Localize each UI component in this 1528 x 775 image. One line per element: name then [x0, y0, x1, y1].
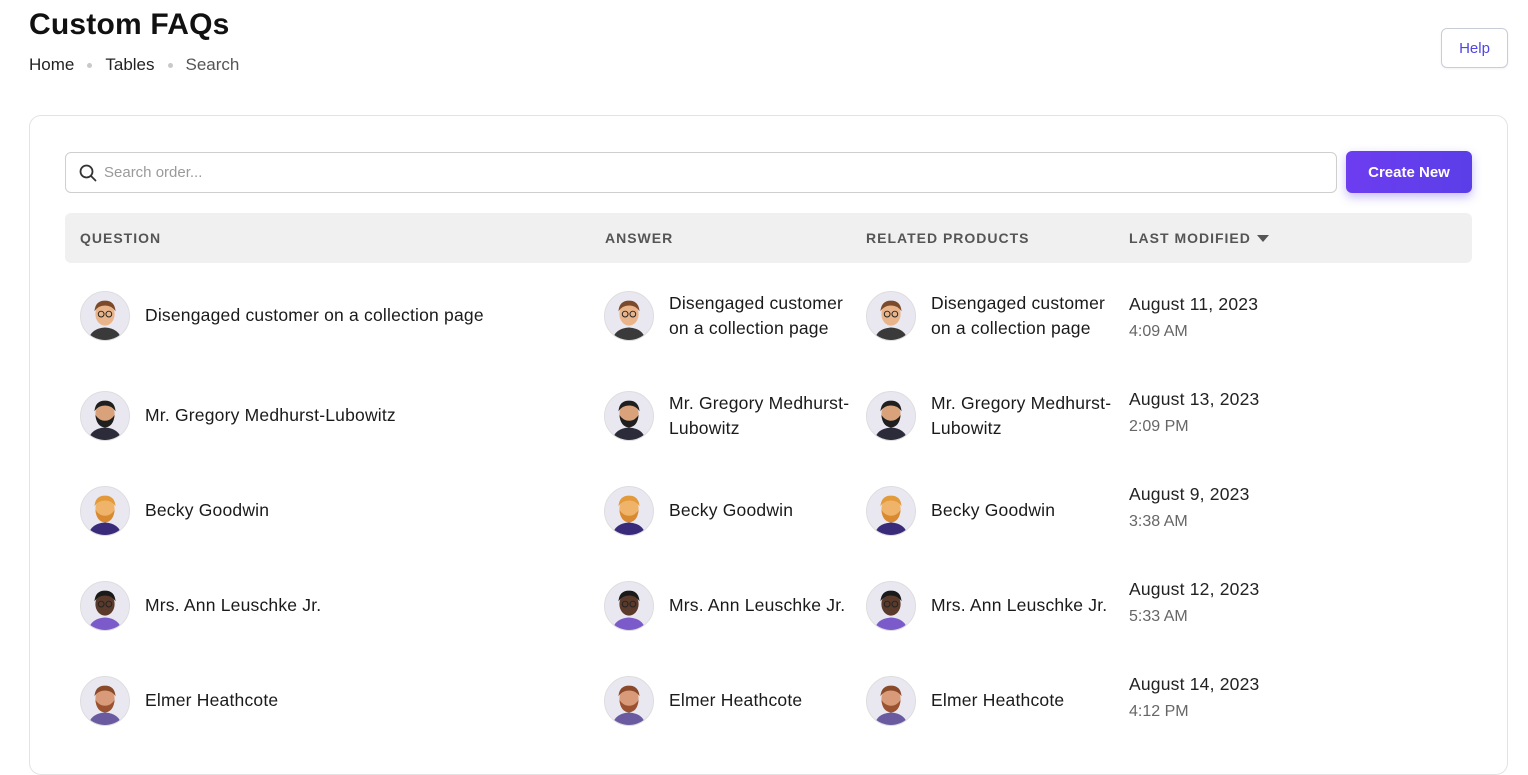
avatar — [80, 290, 130, 341]
modified-time: 4:12 PM — [1129, 703, 1189, 720]
related-products-cell: Mrs. Ann Leuschke Jr. — [866, 558, 1118, 653]
breadcrumb-search: Search — [185, 55, 240, 74]
table-header: QUESTION ANSWER RELATED PRODUCTS LAST MO… — [65, 213, 1472, 263]
last-modified-cell: August 11, 2023 4:09 AM — [1129, 294, 1258, 341]
create-new-button[interactable]: Create New — [1346, 151, 1472, 193]
related-products-cell-text: Mr. Gregory Medhurst-Lubowitz — [931, 392, 1112, 438]
breadcrumb-separator — [167, 62, 173, 68]
question-cell-text: Becky Goodwin — [145, 500, 270, 520]
table-row[interactable]: Becky Goodwin Becky Goodwin Becky Goodwin A… — [65, 463, 1472, 558]
faq-table: QUESTION ANSWER RELATED PRODUCTS LAST MO… — [65, 213, 1472, 726]
avatar — [80, 675, 130, 726]
modified-time: 5:33 AM — [1129, 608, 1188, 625]
answer-cell: Mrs. Ann Leuschke Jr. — [604, 558, 856, 653]
related-products-cell: Elmer Heathcote — [866, 653, 1118, 748]
modified-date: August 9, 2023 — [1129, 484, 1250, 504]
breadcrumb-home[interactable]: Home — [29, 55, 74, 75]
last-modified-cell: August 13, 2023 2:09 PM — [1129, 389, 1259, 436]
breadcrumb: Home Tables Search — [29, 55, 239, 75]
column-header-related-products[interactable]: RELATED PRODUCTS — [866, 213, 1030, 263]
modified-time: 2:09 PM — [1129, 418, 1189, 435]
avatar — [866, 675, 916, 726]
avatar — [866, 290, 916, 341]
related-products-cell: Disengaged customer on a collection page — [866, 263, 1118, 368]
column-header-last-modified[interactable]: LAST MODIFIED — [1129, 213, 1269, 263]
avatar — [604, 675, 654, 726]
modified-date: August 13, 2023 — [1129, 389, 1260, 409]
answer-cell-text: Becky Goodwin — [669, 500, 794, 520]
question-cell: Becky Goodwin — [80, 463, 590, 558]
avatar — [604, 485, 654, 536]
related-products-cell-text: Elmer Heathcote — [931, 690, 1065, 710]
related-products-cell: Mr. Gregory Medhurst-Lubowitz — [866, 368, 1118, 463]
column-header-question[interactable]: QUESTION — [80, 213, 161, 263]
question-cell: Elmer Heathcote — [80, 653, 590, 748]
related-products-cell-text: Becky Goodwin — [931, 500, 1056, 520]
modified-time: 3:38 AM — [1129, 513, 1188, 530]
table-row[interactable]: Disengaged customer on a collection page… — [65, 263, 1472, 368]
question-cell-text: Elmer Heathcote — [145, 690, 279, 710]
answer-cell-text: Mr. Gregory Medhurst-Lubowitz — [669, 392, 850, 438]
page-title: Custom FAQs — [29, 8, 230, 41]
breadcrumb-separator — [87, 62, 93, 68]
breadcrumb-tables[interactable]: Tables — [105, 55, 154, 75]
answer-cell-text: Elmer Heathcote — [669, 690, 803, 710]
question-cell: Mr. Gregory Medhurst-Lubowitz — [80, 368, 590, 463]
modified-time: 4:09 AM — [1129, 323, 1188, 340]
last-modified-cell: August 9, 2023 3:38 AM — [1129, 484, 1250, 531]
avatar — [866, 580, 916, 631]
avatar — [604, 290, 654, 341]
avatar — [866, 390, 916, 441]
avatar — [80, 580, 130, 631]
answer-cell-text: Mrs. Ann Leuschke Jr. — [669, 595, 846, 615]
table-row[interactable]: Mrs. Ann Leuschke Jr. Mrs. Ann Leuschke J… — [65, 558, 1472, 653]
search-input[interactable] — [104, 164, 1304, 181]
related-products-cell: Becky Goodwin — [866, 463, 1118, 558]
answer-cell: Disengaged customer on a collection page — [604, 263, 856, 368]
table-row[interactable]: Mr. Gregory Medhurst-Lubowitz Mr. Gregory… — [65, 368, 1472, 463]
last-modified-cell: August 14, 2023 4:12 PM — [1129, 674, 1259, 721]
table-row[interactable]: Elmer Heathcote Elmer Heathcote Elmer Heat… — [65, 653, 1472, 748]
related-products-cell-text: Disengaged customer on a collection page — [931, 292, 1106, 338]
question-cell: Disengaged customer on a collection page — [80, 263, 590, 368]
search-icon — [79, 164, 97, 182]
page-header: Custom FAQs Home Tables Search — [29, 6, 239, 75]
answer-cell: Elmer Heathcote — [604, 653, 856, 748]
modified-date: August 14, 2023 — [1129, 674, 1260, 694]
answer-cell: Becky Goodwin — [604, 463, 856, 558]
search-box[interactable] — [65, 152, 1337, 193]
avatar — [80, 390, 130, 441]
help-button[interactable]: Help — [1441, 28, 1508, 68]
question-cell: Mrs. Ann Leuschke Jr. — [80, 558, 590, 653]
sort-desc-icon — [1256, 234, 1269, 242]
answer-cell-text: Disengaged customer on a collection page — [669, 292, 844, 338]
avatar — [604, 580, 654, 631]
avatar — [604, 390, 654, 441]
avatar — [866, 485, 916, 536]
answer-cell: Mr. Gregory Medhurst-Lubowitz — [604, 368, 856, 463]
last-modified-cell: August 12, 2023 5:33 AM — [1129, 579, 1259, 626]
column-header-answer[interactable]: ANSWER — [605, 213, 673, 263]
question-cell-text: Disengaged customer on a collection page — [145, 305, 484, 325]
modified-date: August 12, 2023 — [1129, 579, 1260, 599]
column-header-last-modified-label: LAST MODIFIED — [1129, 230, 1251, 246]
question-cell-text: Mrs. Ann Leuschke Jr. — [145, 595, 322, 615]
avatar — [80, 485, 130, 536]
faq-card: Create New QUESTION ANSWER RELATED PRODU… — [29, 115, 1508, 775]
question-cell-text: Mr. Gregory Medhurst-Lubowitz — [145, 405, 396, 425]
related-products-cell-text: Mrs. Ann Leuschke Jr. — [931, 595, 1108, 615]
modified-date: August 11, 2023 — [1129, 294, 1259, 314]
